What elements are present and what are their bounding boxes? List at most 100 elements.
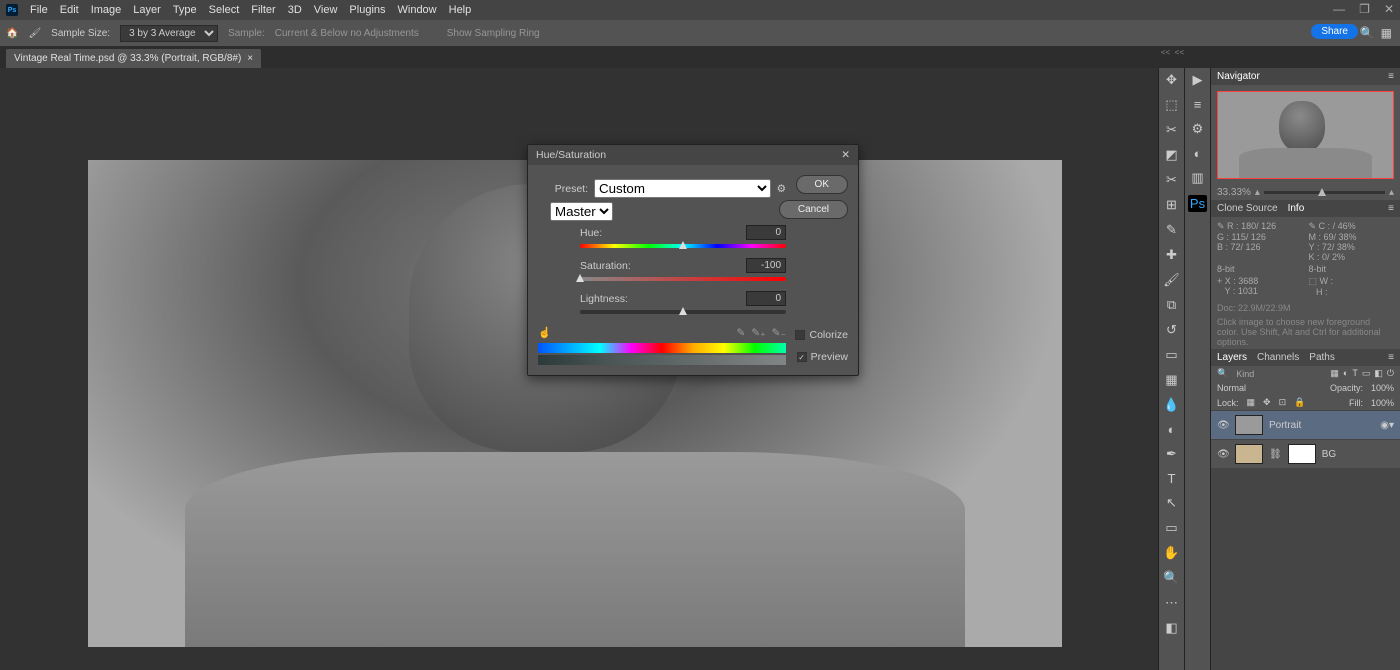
lock-artboard-icon[interactable]: ⊡ (1279, 397, 1287, 408)
object-select-tool-icon[interactable]: ◩ (1165, 147, 1177, 163)
link-mask-icon[interactable]: ⛓ (1269, 449, 1282, 460)
ps-panel-icon[interactable]: Ps (1188, 195, 1207, 212)
document-tab[interactable]: Vintage Real Time.psd @ 33.3% (Portrait,… (6, 49, 261, 68)
history-brush-tool-icon[interactable]: ↺ (1166, 322, 1177, 338)
close-tab-icon[interactable]: × (247, 53, 253, 64)
saturation-slider-thumb[interactable] (576, 274, 584, 282)
navigator-panel-menu-icon[interactable]: ≡ (1388, 71, 1394, 82)
channels-panel-tab[interactable]: Channels (1257, 352, 1299, 363)
filter-pixel-icon[interactable]: ▦ (1330, 368, 1339, 379)
dodge-tool-icon[interactable]: ◐ (1168, 422, 1176, 437)
filter-shape-icon[interactable]: ▭ (1362, 368, 1371, 379)
filter-adjust-icon[interactable]: ◐ (1343, 368, 1348, 379)
navigator-thumbnail[interactable] (1217, 91, 1394, 179)
ok-button[interactable]: OK (796, 175, 848, 194)
menu-help[interactable]: Help (449, 4, 472, 16)
paths-panel-tab[interactable]: Paths (1309, 352, 1335, 363)
layer-filter-search-icon[interactable]: 🔍 (1217, 368, 1228, 379)
menu-plugins[interactable]: Plugins (349, 4, 385, 16)
opacity-value[interactable]: 100% (1371, 383, 1394, 393)
navigator-panel-tab[interactable]: Navigator (1217, 71, 1260, 82)
hand-tool-icon[interactable]: ✋ (1163, 545, 1179, 561)
layer-row-bg[interactable]: 👁 ⛓ BG (1211, 439, 1400, 468)
foreground-background-swatch[interactable]: ◧ (1165, 620, 1177, 636)
lasso-tool-icon[interactable]: ✂ (1166, 122, 1177, 138)
preset-select[interactable]: Custom (594, 179, 771, 198)
brush-tool-icon[interactable]: 🖌 (1163, 272, 1180, 288)
preview-checkbox[interactable]: ✓ Preview (797, 351, 848, 363)
clone-stamp-tool-icon[interactable]: ⧉ (1167, 297, 1176, 313)
home-icon[interactable]: 🏠 (6, 28, 18, 39)
type-tool-icon[interactable]: T (1168, 471, 1176, 486)
eyedropper-add-icon[interactable]: ✎₊ (751, 327, 765, 339)
eyedropper-icon[interactable]: ✎ (737, 327, 746, 339)
shape-tool-icon[interactable]: ▭ (1165, 520, 1177, 536)
lightness-slider[interactable] (580, 310, 786, 314)
move-tool-icon[interactable]: ✥ (1166, 72, 1177, 88)
frame-tool-icon[interactable]: ⊞ (1166, 197, 1177, 213)
blur-tool-icon[interactable]: 💧 (1163, 397, 1179, 413)
targeted-adjustment-icon[interactable]: ☝ (538, 326, 551, 339)
layer-row-portrait[interactable]: 👁 Portrait ◉▾ (1211, 410, 1400, 439)
hue-slider[interactable] (580, 244, 786, 248)
layer-thumbnail[interactable] (1235, 415, 1263, 435)
menu-type[interactable]: Type (173, 4, 197, 16)
saturation-input[interactable] (746, 258, 786, 273)
properties-panel-icon[interactable]: ⚙ (1192, 121, 1204, 137)
filter-smart-icon[interactable]: ◧ (1374, 368, 1383, 379)
more-tools-icon[interactable]: ⋯ (1165, 595, 1178, 611)
blend-mode-select[interactable]: Normal (1217, 383, 1246, 393)
menu-3d[interactable]: 3D (288, 4, 302, 16)
menu-window[interactable]: Window (398, 4, 437, 16)
close-window-icon[interactable]: ✕ (1384, 2, 1394, 16)
healing-brush-tool-icon[interactable]: ✚ (1166, 247, 1177, 263)
preset-options-icon[interactable]: ⚙ (777, 183, 786, 195)
dialog-close-icon[interactable]: ✕ (841, 149, 850, 161)
info-panel-tab[interactable]: Info (1288, 203, 1305, 214)
gradient-tool-icon[interactable]: ▦ (1165, 372, 1177, 388)
navigator-zoom-out-icon[interactable]: ▴ (1255, 187, 1260, 198)
zoom-tool-icon[interactable]: 🔍 (1163, 570, 1179, 586)
menu-filter[interactable]: Filter (251, 4, 275, 16)
pen-tool-icon[interactable]: ✒ (1166, 446, 1177, 462)
saturation-slider[interactable] (580, 277, 786, 281)
sample-size-select[interactable]: 3 by 3 Average (120, 25, 218, 42)
smart-filter-toggle-icon[interactable]: ◉▾ (1380, 420, 1394, 431)
hue-input[interactable] (746, 225, 786, 240)
menu-layer[interactable]: Layer (133, 4, 161, 16)
channel-select[interactable]: Master (550, 202, 613, 221)
canvas-area[interactable]: Hue/Saturation ✕ Preset: Custom ⚙ Master… (0, 68, 1158, 670)
lightness-slider-thumb[interactable] (679, 307, 687, 315)
menu-image[interactable]: Image (91, 4, 122, 16)
lock-position-icon[interactable]: ✥ (1263, 397, 1271, 408)
layer-name[interactable]: BG (1322, 449, 1336, 460)
history-panel-icon[interactable]: ▶ (1193, 72, 1203, 88)
lock-all-icon[interactable]: 🔒 (1294, 397, 1305, 408)
clone-source-panel-tab[interactable]: Clone Source (1217, 203, 1278, 214)
actions-panel-icon[interactable]: ≡ (1194, 97, 1202, 112)
restore-icon[interactable]: ❐ (1359, 2, 1370, 16)
layers-panel-menu-icon[interactable]: ≡ (1388, 352, 1394, 363)
layer-visibility-icon[interactable]: 👁 (1217, 449, 1229, 460)
menu-edit[interactable]: Edit (60, 4, 79, 16)
search-icon[interactable]: 🔍 (1360, 26, 1375, 40)
show-sampling-ring-option[interactable]: Show Sampling Ring (447, 28, 540, 39)
marquee-tool-icon[interactable]: ⬚ (1165, 97, 1177, 113)
layers-panel-tab[interactable]: Layers (1217, 352, 1247, 363)
navigator-zoom-in-icon[interactable]: ▴ (1389, 187, 1394, 198)
layer-name[interactable]: Portrait (1269, 420, 1301, 431)
filter-toggle-icon[interactable]: ⏻ (1387, 368, 1394, 379)
share-button[interactable]: Share (1311, 24, 1358, 39)
path-select-tool-icon[interactable]: ↖ (1166, 495, 1177, 511)
hue-slider-thumb[interactable] (679, 241, 687, 249)
menu-select[interactable]: Select (209, 4, 240, 16)
lightness-input[interactable] (746, 291, 786, 306)
layer-mask-thumbnail[interactable] (1288, 444, 1316, 464)
eyedropper-tool-icon[interactable]: 🖌 (28, 28, 41, 39)
cancel-button[interactable]: Cancel (779, 200, 848, 219)
minimize-icon[interactable]: — (1333, 2, 1345, 16)
libraries-panel-icon[interactable]: ▥ (1191, 170, 1203, 186)
lock-pixels-icon[interactable]: ▦ (1247, 397, 1256, 408)
info-panel-menu-icon[interactable]: ≡ (1388, 203, 1394, 214)
fill-value[interactable]: 100% (1371, 398, 1394, 408)
